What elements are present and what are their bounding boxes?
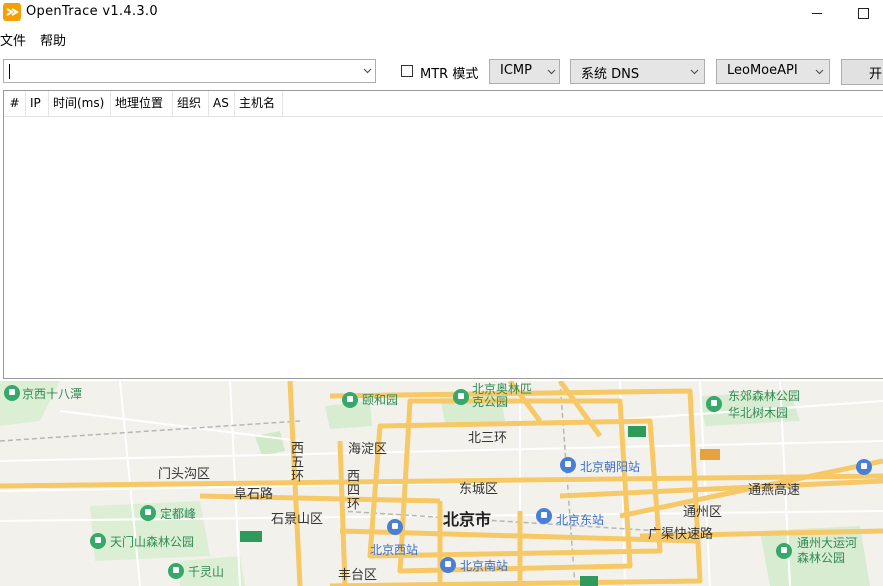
poi-label[interactable]: 通州大运河森林公园: [797, 536, 867, 566]
protocol-value: ICMP: [500, 63, 532, 78]
station-pin-icon[interactable]: [536, 508, 552, 524]
chevron-down-icon: [544, 65, 558, 79]
park-pin-icon[interactable]: [706, 396, 722, 412]
poi-label[interactable]: 京西十八潭: [22, 385, 82, 402]
text-caret: [9, 64, 10, 79]
column-header-hop[interactable]: #: [4, 91, 26, 116]
poi-label[interactable]: 千灵山: [188, 563, 224, 580]
district-label: 海淀区: [348, 442, 388, 457]
app-logo-icon: [3, 3, 21, 21]
maximize-button[interactable]: [840, 0, 883, 26]
poi-label[interactable]: 定都峰: [160, 505, 196, 522]
target-input[interactable]: [12, 62, 352, 80]
minimize-icon: [812, 12, 822, 14]
trace-results-table[interactable]: # IP 时间(ms) 地理位置 组织 AS 主机名: [3, 90, 883, 379]
maximize-icon: [857, 7, 869, 19]
column-header-org[interactable]: 组织: [173, 91, 209, 116]
park-pin-icon[interactable]: [140, 505, 156, 521]
park-pin-icon[interactable]: [168, 563, 184, 579]
start-button-label: 开: [869, 67, 883, 82]
column-header-ip[interactable]: IP: [26, 91, 49, 116]
road-label: 广渠快速路: [648, 527, 714, 542]
column-header-as[interactable]: AS: [209, 91, 235, 116]
trace-map[interactable]: 京西十八潭 颐和园 北京奥林匹克公园 东郊森林公园 华北树木园 定都峰 天门山森…: [0, 381, 883, 586]
park-pin-icon[interactable]: [342, 392, 358, 408]
title-bar: OpenTrace v1.4.3.0: [0, 0, 883, 26]
target-combobox[interactable]: [3, 59, 376, 83]
poi-label[interactable]: 天门山森林公园: [110, 533, 194, 550]
menu-file[interactable]: 文件: [0, 28, 26, 50]
station-pin-icon[interactable]: [560, 457, 576, 473]
park-pin-icon[interactable]: [453, 389, 469, 405]
district-label: 丰台区: [338, 568, 378, 583]
road-label: 西五环: [288, 441, 303, 483]
protocol-select[interactable]: ICMP: [489, 59, 560, 84]
poi-label[interactable]: 华北树木园: [728, 404, 788, 421]
api-select[interactable]: LeoMoeAPI: [716, 59, 830, 84]
park-pin-icon[interactable]: [90, 533, 106, 549]
park-pin-icon[interactable]: [776, 543, 792, 559]
mtr-label[interactable]: MTR 模式: [420, 63, 478, 82]
chevron-down-icon: [687, 65, 701, 79]
start-button[interactable]: 开: [841, 59, 883, 85]
window-title: OpenTrace v1.4.3.0: [26, 4, 158, 19]
road-label: 阜石路: [234, 487, 274, 502]
station-label[interactable]: 北京南站: [460, 557, 508, 574]
station-label[interactable]: 北京西站: [370, 541, 418, 558]
menu-bar: 文件 帮助: [0, 28, 66, 50]
district-label: 通州区: [683, 505, 723, 520]
minimize-button[interactable]: [794, 0, 840, 26]
poi-label[interactable]: 东郊森林公园: [728, 387, 800, 404]
road-label: 西四环: [344, 469, 359, 511]
station-pin-icon[interactable]: [440, 557, 456, 573]
chevron-down-icon: [812, 65, 826, 79]
chevron-down-icon[interactable]: [360, 64, 374, 78]
district-label: 门头沟区: [158, 467, 211, 482]
dns-select[interactable]: 系统 DNS: [570, 59, 705, 84]
menu-help[interactable]: 帮助: [40, 28, 66, 50]
station-label[interactable]: 北京朝阳站: [580, 458, 640, 475]
station-pin-icon[interactable]: [387, 519, 403, 535]
mtr-checkbox[interactable]: [401, 65, 413, 77]
poi-label[interactable]: 颐和园: [362, 391, 398, 408]
table-header: # IP 时间(ms) 地理位置 组织 AS 主机名: [4, 91, 883, 117]
api-value: LeoMoeAPI: [727, 63, 798, 78]
city-label: 北京市: [443, 510, 492, 529]
road-label: 北三环: [468, 431, 508, 446]
dns-value: 系统 DNS: [581, 67, 640, 82]
column-header-hostname[interactable]: 主机名: [235, 91, 283, 116]
district-label: 石景山区: [271, 512, 324, 527]
station-pin-icon[interactable]: [856, 459, 872, 475]
poi-label[interactable]: 北京奥林匹克公园: [472, 383, 532, 409]
column-header-location[interactable]: 地理位置: [111, 91, 173, 116]
station-label[interactable]: 北京东站: [556, 511, 604, 528]
park-pin-icon[interactable]: [4, 385, 20, 401]
column-header-time[interactable]: 时间(ms): [49, 91, 111, 116]
road-label: 通燕高速: [748, 483, 801, 498]
district-label: 东城区: [459, 482, 499, 497]
